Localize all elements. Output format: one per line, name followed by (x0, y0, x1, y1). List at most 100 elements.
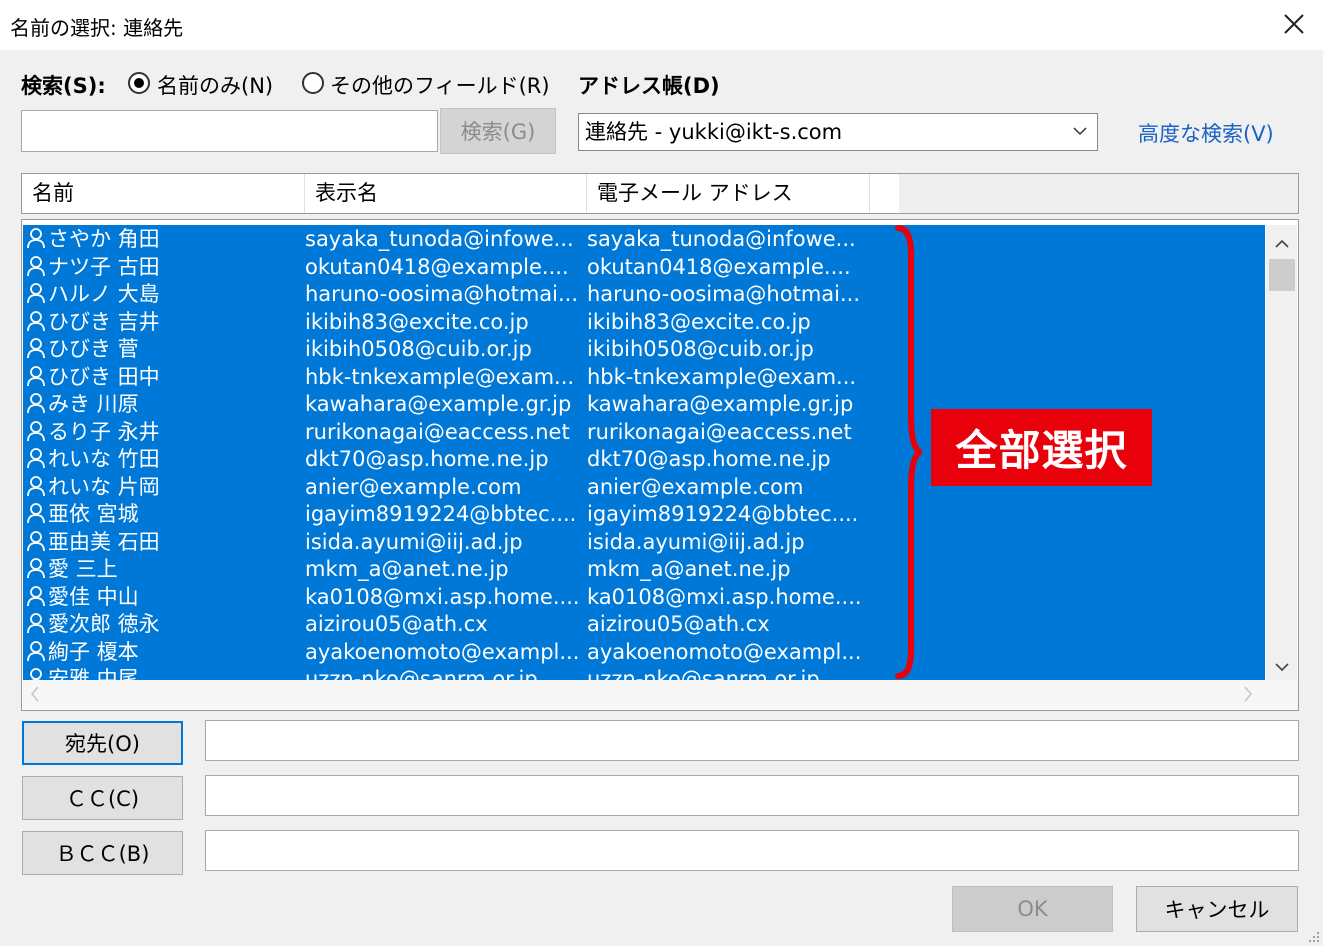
contact-display-name: rurikonagai@eaccess.net (305, 419, 570, 444)
contact-row[interactable]: 絢子 榎本 ayakoenomoto@exampl... ayakoenomoto@… (22, 639, 1264, 667)
address-book-dropdown[interactable]: 連絡先 - yukki@ikt-s.com (578, 113, 1098, 151)
contact-name-text: れいな 竹田 (48, 447, 160, 471)
contact-display-name: okutan0418@example.... (305, 254, 569, 279)
contact-email: hbk-tnkexample@exam... (587, 364, 857, 389)
contact-name: さやか 角田 (26, 226, 306, 256)
address-book-label: アドレス帳(D) (578, 74, 720, 98)
contact-name: 愛次郎 徳永 (26, 611, 306, 641)
scroll-thumb[interactable] (1269, 259, 1295, 291)
contact-display-name: dkt70@asp.home.ne.jp (305, 447, 549, 471)
contact-row[interactable]: 愛 三上 mkm_a@anet.ne.jp mkm_a@anet.ne.jp (22, 556, 1264, 584)
contact-name: るり子 永井 (26, 419, 306, 449)
contact-name-text: 愛 三上 (48, 557, 118, 581)
contact-row[interactable]: 安雅 中尾 uzzn-nko@sanrm.or.jp uzzn-nko@sanrm.… (22, 666, 1264, 680)
column-header-email[interactable]: 電子メール アドレス (587, 174, 870, 213)
person-icon (26, 557, 48, 586)
person-icon (26, 530, 48, 559)
vertical-scrollbar[interactable] (1266, 225, 1297, 680)
radio-other-fields[interactable] (302, 72, 324, 94)
horizontal-scrollbar[interactable] (23, 680, 1298, 710)
person-icon (26, 585, 48, 614)
person-icon (26, 310, 48, 339)
scroll-up-icon[interactable] (1266, 231, 1297, 255)
contact-email: anier@example.com (587, 474, 804, 499)
contact-email: sayaka_tunoda@infowe... (587, 227, 856, 251)
contact-name: 亜由美 石田 (26, 529, 306, 559)
search-input[interactable] (21, 110, 438, 152)
contact-display-name: hbk-tnkexample@exam... (305, 364, 575, 389)
contact-row[interactable]: 愛次郎 徳永 aizirou05@ath.cx aizirou05@ath.cx (22, 611, 1264, 639)
contact-row[interactable]: ひびき 菅 ikibih0508@cuib.or.jp ikibih0508@cui… (22, 336, 1264, 364)
person-icon (26, 475, 48, 504)
contact-name: 絢子 榎本 (26, 639, 306, 669)
contact-row[interactable]: 愛佳 中山 ka0108@mxi.asp.home.... ka0108@mxi.a… (22, 584, 1264, 612)
column-header-display-name[interactable]: 表示名 (305, 174, 587, 213)
contact-name-text: ひびき 菅 (48, 337, 139, 361)
person-icon (26, 337, 48, 366)
contact-display-name: ka0108@mxi.asp.home.... (305, 584, 580, 609)
contact-display-name: haruno-oosima@hotmai... (305, 282, 579, 306)
selection-brace (895, 225, 923, 679)
person-icon (26, 227, 48, 256)
contact-row[interactable]: ハルノ 大島 haruno-oosima@hotmai... haruno-oosi… (22, 281, 1264, 309)
header-filler (899, 174, 1298, 213)
ok-button[interactable]: OK (952, 886, 1113, 932)
person-icon (26, 420, 48, 449)
window-title: 名前の選択: 連絡先 (10, 16, 184, 40)
contact-name-text: ひびき 吉井 (48, 309, 160, 334)
contact-email: okutan0418@example.... (587, 254, 851, 279)
bcc-field[interactable] (205, 830, 1299, 871)
advanced-search-link[interactable]: 高度な検索(V) (1138, 118, 1274, 148)
contact-name-text: 愛次郎 徳永 (48, 612, 160, 636)
list-header: 名前 表示名 電子メール アドレス (21, 173, 1299, 214)
resize-grip-icon[interactable] (1305, 928, 1321, 944)
cc-button[interactable]: ＣＣ(C) (22, 776, 183, 820)
cancel-button[interactable]: キャンセル (1136, 886, 1298, 932)
contact-row[interactable]: 亜由美 石田 isida.ayumi@iij.ad.jp isida.ayumi@i… (22, 529, 1264, 557)
contact-name-text: るり子 永井 (48, 419, 160, 444)
radio-other-fields-label[interactable]: その他のフィールド(R) (330, 70, 550, 100)
radio-names-only[interactable] (128, 72, 150, 94)
contact-row[interactable]: 亜依 宮城 igayim8919224@bbtec.... igayim891922… (22, 501, 1264, 529)
contact-name: みき 川原 (26, 391, 306, 421)
contact-name: 愛佳 中山 (26, 584, 306, 614)
contact-name: れいな 竹田 (26, 446, 306, 476)
to-button[interactable]: 宛先(O) (22, 721, 183, 765)
close-button[interactable] (1272, 6, 1316, 42)
contact-email: igayim8919224@bbtec.... (587, 502, 859, 526)
scroll-right-icon[interactable] (1242, 684, 1254, 708)
radio-names-only-label[interactable]: 名前のみ(N) (157, 70, 273, 100)
contact-name: 愛 三上 (26, 556, 306, 586)
contact-row[interactable]: さやか 角田 sayaka_tunoda@infowe... sayaka_tuno… (22, 226, 1264, 254)
contact-display-name: ikibih0508@cuib.or.jp (305, 337, 532, 361)
contact-display-name: kawahara@example.gr.jp (305, 392, 572, 416)
contact-name-text: 絢子 榎本 (48, 639, 139, 664)
column-header-name[interactable]: 名前 (22, 174, 305, 213)
contact-display-name: uzzn-nko@sanrm.or.jp (305, 667, 538, 680)
contact-row[interactable]: ひびき 田中 hbk-tnkexample@exam... hbk-tnkexamp… (22, 364, 1264, 392)
cc-field[interactable] (205, 775, 1299, 816)
contact-email: kawahara@example.gr.jp (587, 392, 854, 416)
contact-email: haruno-oosima@hotmai... (587, 282, 861, 306)
scroll-left-icon[interactable] (29, 684, 41, 708)
search-label: 検索(S): (21, 74, 106, 98)
contact-display-name: sayaka_tunoda@infowe... (305, 227, 574, 251)
contact-name-text: れいな 片岡 (48, 474, 160, 499)
person-icon (26, 640, 48, 669)
contact-row[interactable]: ナツ子 古田 okutan0418@example.... okutan0418@e… (22, 254, 1264, 282)
contact-display-name: mkm_a@anet.ne.jp (305, 557, 509, 581)
search-button[interactable]: 検索(G) (440, 108, 556, 154)
contact-display-name: anier@example.com (305, 474, 522, 499)
contact-name-text: 亜由美 石田 (48, 529, 160, 554)
to-field[interactable] (205, 720, 1299, 761)
contact-row[interactable]: ひびき 吉井 ikibih83@excite.co.jp ikibih83@exci… (22, 309, 1264, 337)
contact-name-text: 愛佳 中山 (48, 584, 139, 609)
person-icon (26, 392, 48, 421)
contact-display-name: aizirou05@ath.cx (305, 612, 488, 636)
bcc-button[interactable]: ＢＣＣ(B) (22, 831, 183, 875)
contact-name-text: さやか 角田 (48, 227, 160, 251)
contact-email: aizirou05@ath.cx (587, 612, 770, 636)
scroll-down-icon[interactable] (1266, 655, 1297, 679)
contact-display-name: ayakoenomoto@exampl... (305, 639, 580, 664)
contact-email: mkm_a@anet.ne.jp (587, 557, 791, 581)
